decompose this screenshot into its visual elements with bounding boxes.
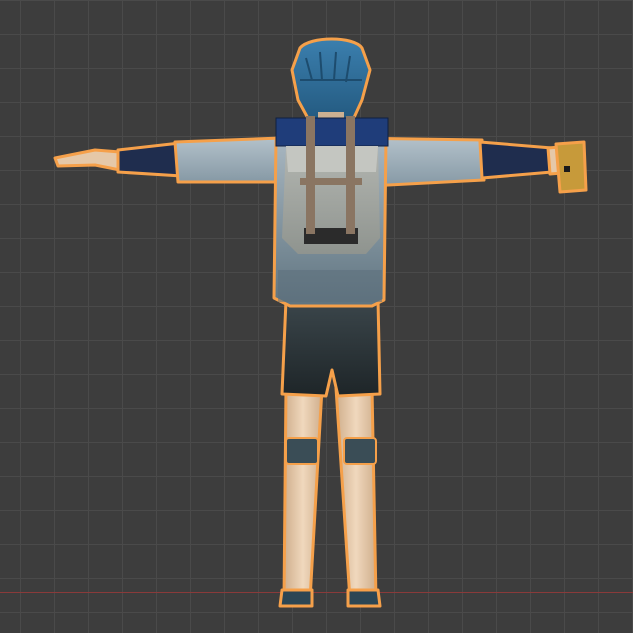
shorts (280, 298, 382, 398)
character-model[interactable] (0, 0, 633, 633)
held-item-detail (564, 166, 570, 172)
knee-pads (285, 437, 377, 465)
shirt-hem (278, 270, 382, 302)
held-item (554, 140, 588, 194)
shoes (278, 588, 382, 608)
backpack (275, 116, 389, 254)
3d-viewport[interactable] (0, 0, 633, 633)
left-arm (53, 136, 284, 184)
legs (282, 386, 378, 602)
